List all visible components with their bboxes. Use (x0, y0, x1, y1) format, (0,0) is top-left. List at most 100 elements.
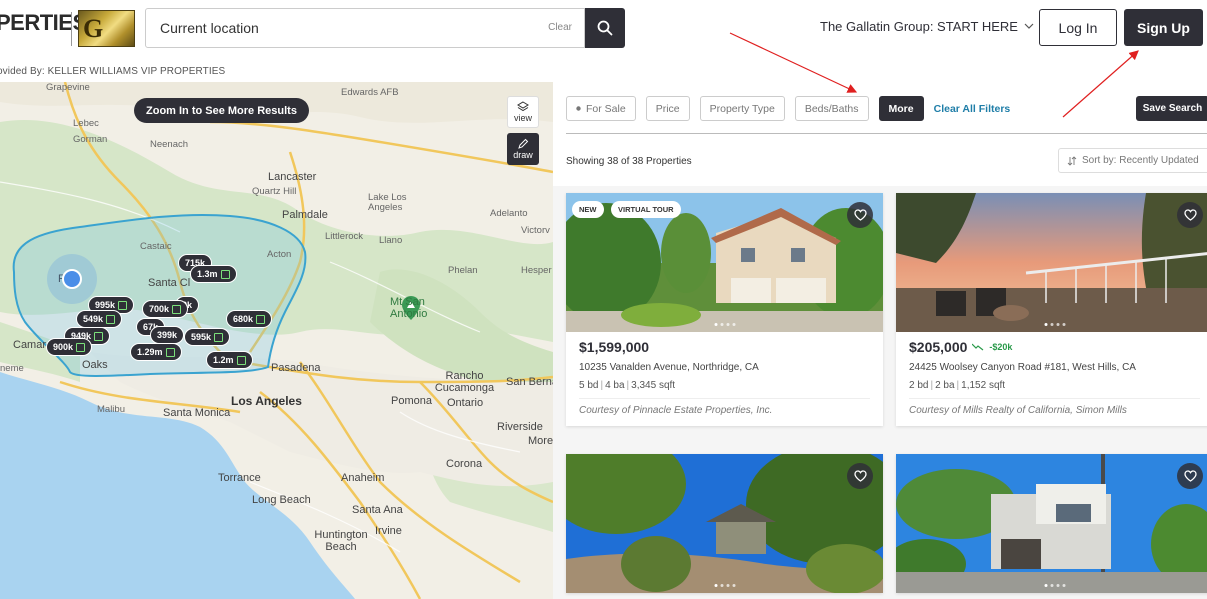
listing-info: $205,000 -$20k 24425 Woolsey Canyon Road… (896, 332, 1207, 426)
house-photo (896, 193, 1207, 332)
listing-card[interactable] (566, 454, 883, 593)
baths: 2 ba (935, 380, 955, 391)
listing-facts: 5 bd | 4 ba | 3,345 sqft (579, 380, 676, 391)
signup-button[interactable]: Sign Up (1124, 9, 1203, 46)
search-input[interactable] (160, 9, 520, 47)
heart-icon (853, 209, 867, 221)
map-label-camarillo: Camar (13, 339, 47, 351)
listing-card[interactable] (896, 454, 1207, 593)
listing-address[interactable]: 10235 Vanalden Avenue, Northridge, CA (579, 362, 870, 373)
map-price-pin[interactable]: 595k (184, 328, 231, 346)
favorite-button[interactable] (847, 202, 873, 228)
map-label-long-beach: Long Beach (252, 494, 311, 506)
map-price-pin[interactable]: 1.29m (130, 343, 182, 361)
pin-price: 1.2m (213, 355, 234, 365)
beds-baths-filter[interactable]: Beds/Baths (794, 96, 869, 121)
map-view-button[interactable]: view (507, 96, 539, 128)
map-label-palmdale: Palmdale (282, 209, 328, 221)
listing-courtesy: Courtesy of Mills Realty of California, … (909, 398, 1200, 416)
photo-pager[interactable] (714, 584, 735, 587)
map-label-pomona: Pomona (391, 395, 432, 407)
map-label-lake-los-angeles: Lake Los Angeles (368, 192, 407, 213)
brand-name[interactable]: PERTIES (0, 10, 87, 36)
property-type-filter[interactable]: Property Type (699, 96, 785, 121)
header: PERTIES G Clear The Gallatin Group: STAR… (0, 0, 1207, 62)
filter-divider (566, 133, 1207, 134)
pin-price: 399k (157, 330, 178, 340)
baths: 4 ba (605, 380, 625, 391)
pin-price: 1.3m (197, 269, 218, 279)
listing-address[interactable]: 24425 Woolsey Canyon Road #181, West Hil… (909, 362, 1200, 373)
map-price-pin[interactable]: 399k (150, 326, 185, 344)
listing-photo[interactable]: NEW VIRTUAL TOUR (566, 193, 883, 332)
map-label-castaic: Castaic (140, 241, 172, 252)
login-button[interactable]: Log In (1039, 9, 1117, 46)
more-filters-button[interactable]: More (878, 96, 924, 121)
logo-letter: G (83, 13, 104, 43)
favorite-button[interactable] (847, 463, 873, 489)
price-value: $205,000 (909, 339, 968, 355)
new-badge: NEW (572, 201, 604, 218)
listing-card[interactable]: NEW VIRTUAL TOUR $1,599,000 10235 Vanald… (566, 193, 883, 426)
map-label-hesperia: Hesper (521, 265, 552, 276)
map-label-huntington-beach: Huntington Beach (314, 529, 368, 553)
map-label-malibu: Malibu (97, 404, 125, 415)
map-label-victorville: Victorv (521, 225, 550, 236)
sqft: 1,152 sqft (961, 380, 1006, 391)
clear-all-filters-link[interactable]: Clear All Filters (934, 103, 1011, 115)
home-icon (220, 269, 230, 279)
gallatin-logo[interactable]: G (78, 10, 135, 47)
map-label-rancho-cucamonga: Rancho Cucamonga (434, 370, 495, 394)
map-label-acton: Acton (267, 249, 292, 260)
listing-photo[interactable] (566, 454, 883, 593)
map[interactable]: Grapevine Edwards AFB Lebec Gorman Neena… (0, 82, 553, 599)
pin-price: 995k (95, 300, 116, 310)
map-price-pin[interactable]: 680k (226, 310, 273, 328)
virtual-tour-badge: VIRTUAL TOUR (611, 201, 681, 218)
results-count: Showing 38 of 38 Properties (566, 156, 692, 167)
location-search: Clear (145, 8, 585, 48)
map-price-pin[interactable]: 1.2m (206, 351, 253, 369)
for-sale-filter[interactable]: For Sale (566, 96, 636, 121)
pin-price: 700k (149, 304, 170, 314)
results-panel: For Sale Price Property Type Beds/Baths … (553, 82, 1207, 599)
search-button[interactable] (585, 8, 625, 48)
heart-icon (853, 470, 867, 482)
sort-icon (1067, 155, 1077, 166)
sort-dropdown[interactable]: Sort by: Recently Updated (1058, 148, 1207, 173)
listing-photo[interactable] (896, 454, 1207, 593)
map-draw-button[interactable]: draw (507, 133, 539, 165)
listing-card[interactable]: $205,000 -$20k 24425 Woolsey Canyon Road… (896, 193, 1207, 426)
sqft: 3,345 sqft (631, 380, 676, 391)
map-price-pin[interactable]: 549k (76, 310, 123, 328)
clear-search-button[interactable]: Clear (548, 22, 572, 33)
photo-pager[interactable] (1044, 584, 1065, 587)
map-label-neenach: Neenach (150, 139, 189, 150)
map-price-pin[interactable]: 900k (46, 338, 93, 356)
group-menu[interactable]: The Gallatin Group: START HERE (820, 19, 1034, 34)
map-label-riverside: Riverside (497, 421, 543, 433)
map-price-pin[interactable]: 700k (142, 300, 189, 318)
home-icon (236, 355, 246, 365)
search-icon (597, 20, 613, 36)
house-photo (896, 454, 1207, 593)
price-drop: -$20k (989, 342, 1013, 352)
home-icon (106, 314, 116, 324)
map-label-oaks: Oaks (82, 359, 108, 371)
map-label-mt-san-antonio: Mt San Antonio (390, 296, 428, 320)
photo-pager[interactable] (714, 323, 735, 326)
save-search-button[interactable]: Save Search (1136, 96, 1207, 121)
listing-photo[interactable] (896, 193, 1207, 332)
listing-facts: 2 bd | 2 ba | 1,152 sqft (909, 380, 1006, 391)
photo-pager[interactable] (1044, 323, 1065, 326)
listing-courtesy: Courtesy of Pinnacle Estate Properties, … (579, 398, 870, 416)
map-label-edwards: Edwards AFB (341, 87, 399, 98)
map-view-label: view (513, 113, 532, 123)
favorite-button[interactable] (1177, 463, 1203, 489)
map-price-pin[interactable]: 1.3m (190, 265, 237, 283)
pin-price: 595k (191, 332, 212, 342)
map-label-santa-clarita: Santa Cl (148, 277, 191, 289)
favorite-button[interactable] (1177, 202, 1203, 228)
price-filter[interactable]: Price (645, 96, 690, 121)
price-value: $1,599,000 (579, 339, 650, 355)
